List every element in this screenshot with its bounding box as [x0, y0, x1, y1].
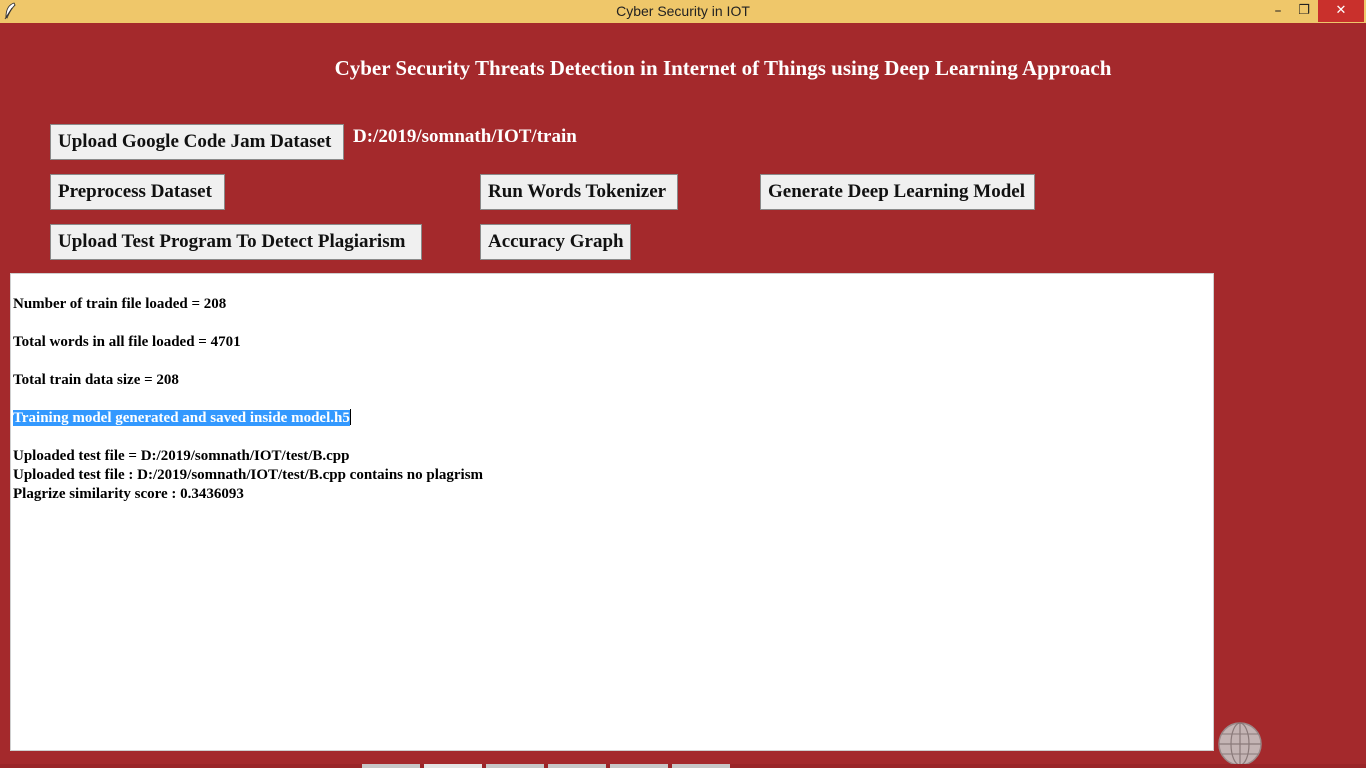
selected-output-line: Training model generated and saved insid…: [13, 409, 351, 427]
dataset-path-label: D:/2019/somnath/IOT/train: [353, 126, 577, 147]
upload-test-program-button[interactable]: Upload Test Program To Detect Plagiarism: [50, 224, 422, 260]
upload-dataset-button[interactable]: Upload Google Code Jam Dataset: [50, 124, 344, 160]
taskbar-tab[interactable]: [548, 764, 606, 768]
run-words-tokenizer-button[interactable]: Run Words Tokenizer: [480, 174, 678, 210]
window-title: Cyber Security in IOT: [616, 3, 750, 19]
output-line: Uploaded test file : D:/2019/somnath/IOT…: [13, 467, 484, 483]
title-bar: Cyber Security in IOT – ❐ ✕: [0, 0, 1366, 23]
output-line: Total words in all file loaded = 4701: [13, 334, 241, 350]
output-line: Uploaded test file = D:/2019/somnath/IOT…: [13, 448, 350, 464]
accuracy-graph-button[interactable]: Accuracy Graph: [480, 224, 631, 260]
taskbar-tab[interactable]: [610, 764, 668, 768]
output-line: Training model generated and saved insid…: [13, 410, 350, 426]
close-button[interactable]: ✕: [1318, 0, 1364, 22]
maximize-button[interactable]: ❐: [1292, 0, 1316, 22]
preprocess-dataset-button[interactable]: Preprocess Dataset: [50, 174, 225, 210]
taskbar-tab[interactable]: [424, 764, 482, 768]
output-line: Number of train file loaded = 208: [13, 296, 227, 312]
minimize-button[interactable]: –: [1266, 0, 1290, 22]
output-line: Plagrize similarity score : 0.3436093: [13, 486, 244, 502]
taskbar-tab[interactable]: [672, 764, 730, 768]
app-heading: Cyber Security Threats Detection in Inte…: [334, 56, 1112, 80]
output-text-area[interactable]: Number of train file loaded = 208 Total …: [10, 273, 1214, 751]
globe-icon[interactable]: [1217, 721, 1263, 767]
text-cursor: [349, 409, 351, 425]
taskbar-tab[interactable]: [486, 764, 544, 768]
output-line: Total train data size = 208: [13, 372, 179, 388]
taskbar-tab[interactable]: [362, 764, 420, 768]
generate-model-button[interactable]: Generate Deep Learning Model: [760, 174, 1035, 210]
